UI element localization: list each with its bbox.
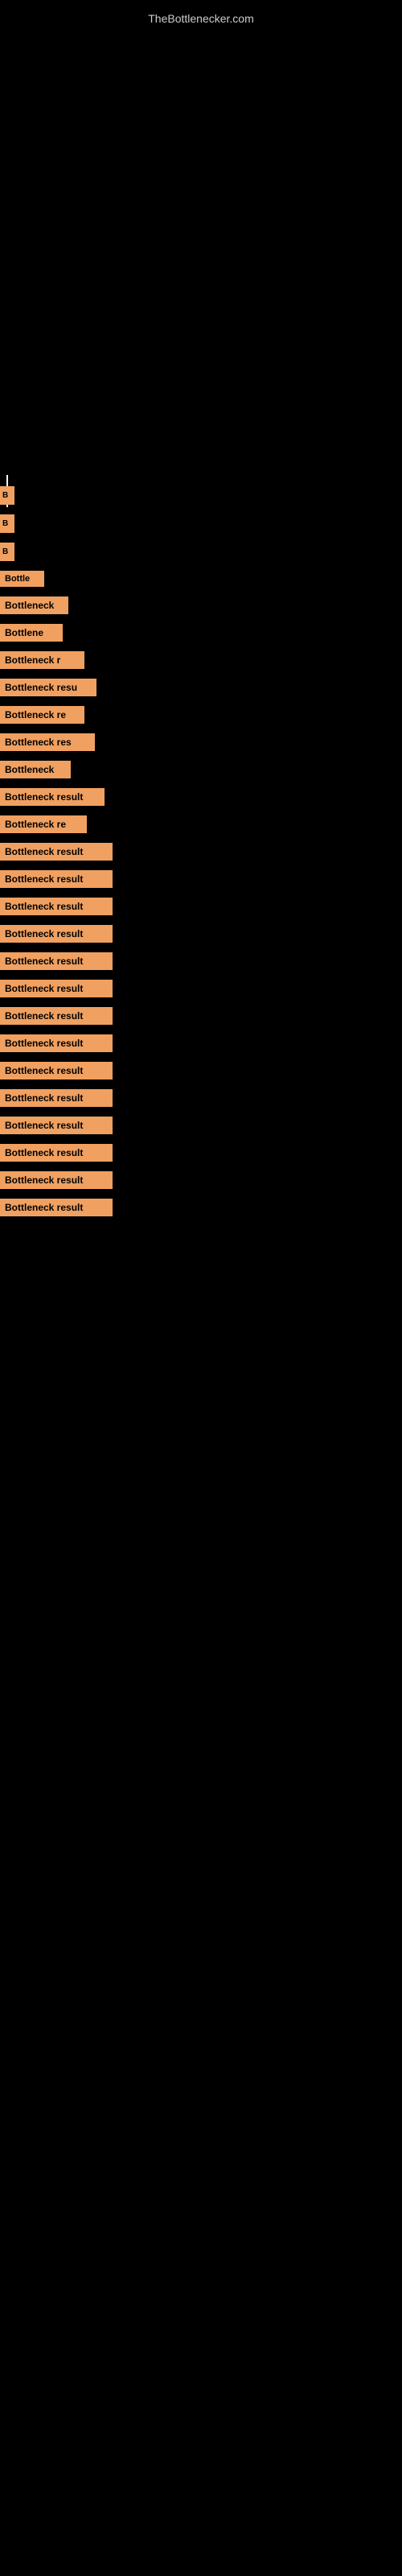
bottleneck-label: Bottleneck res [0,733,95,751]
bottleneck-label: Bottleneck result [0,1062,113,1080]
bottleneck-item: Bottleneck [0,593,402,617]
bottleneck-label: Bottleneck result [0,952,113,970]
bottleneck-label: Bottleneck result [0,925,113,943]
bottleneck-label: Bottlene [0,624,63,642]
bottleneck-label: Bottleneck [0,761,71,778]
bottleneck-item: Bottleneck result [0,1113,402,1137]
bottleneck-label: Bottleneck result [0,1117,113,1134]
bottleneck-item: Bottleneck result [0,894,402,919]
bottleneck-item: Bottleneck resu [0,675,402,700]
bottleneck-item: Bottleneck result [0,867,402,891]
bottleneck-item: Bottleneck result [0,976,402,1001]
bottleneck-label: Bottleneck result [0,870,113,888]
bottleneck-item: Bottlene [0,621,402,645]
bottleneck-label: B [0,486,14,505]
bottleneck-item: Bottleneck result [0,1086,402,1110]
bottleneck-label: Bottleneck result [0,1089,113,1107]
bottleneck-label: Bottleneck result [0,1007,113,1025]
bottleneck-label: Bottleneck result [0,788,105,806]
site-title: TheBottlenecker.com [0,4,402,33]
bottleneck-item: Bottleneck result [0,1195,402,1220]
bottleneck-item: Bottleneck result [0,1168,402,1192]
bottleneck-label: Bottleneck result [0,1171,113,1189]
bottleneck-item: Bottleneck result [0,922,402,946]
bottleneck-item: B [0,511,402,536]
bottleneck-item: Bottleneck result [0,1141,402,1165]
bottleneck-label: Bottleneck r [0,651,84,669]
bottleneck-label: Bottleneck result [0,898,113,915]
bottleneck-item: Bottleneck result [0,1031,402,1055]
bottleneck-items-container: BBBBottleBottleneckBottleneBottleneck rB… [0,483,402,1223]
bottleneck-item: Bottleneck re [0,812,402,836]
bottleneck-item: Bottleneck re [0,703,402,727]
bottleneck-item: Bottleneck result [0,785,402,809]
bottleneck-label: Bottleneck re [0,706,84,724]
bottleneck-label: Bottle [0,571,44,587]
bottleneck-label: Bottleneck [0,597,68,614]
bottleneck-label: Bottleneck re [0,815,87,833]
bottleneck-label: Bottleneck result [0,1144,113,1162]
bottleneck-item: Bottleneck result [0,1004,402,1028]
bottleneck-label: B [0,514,14,533]
bottleneck-item: Bottle [0,568,402,590]
bottleneck-label: Bottleneck result [0,1199,113,1216]
bottleneck-item: B [0,483,402,508]
bottleneck-item: B [0,539,402,564]
bottleneck-label: Bottleneck result [0,1034,113,1052]
bottleneck-item: Bottleneck result [0,1059,402,1083]
bottleneck-item: Bottleneck [0,758,402,782]
bottleneck-item: Bottleneck result [0,949,402,973]
bottleneck-label: Bottleneck result [0,843,113,861]
bottleneck-item: Bottleneck r [0,648,402,672]
bottleneck-item: Bottleneck result [0,840,402,864]
bottleneck-label: B [0,543,14,561]
bottleneck-item: Bottleneck res [0,730,402,754]
bottleneck-label: Bottleneck resu [0,679,96,696]
bottleneck-label: Bottleneck result [0,980,113,997]
